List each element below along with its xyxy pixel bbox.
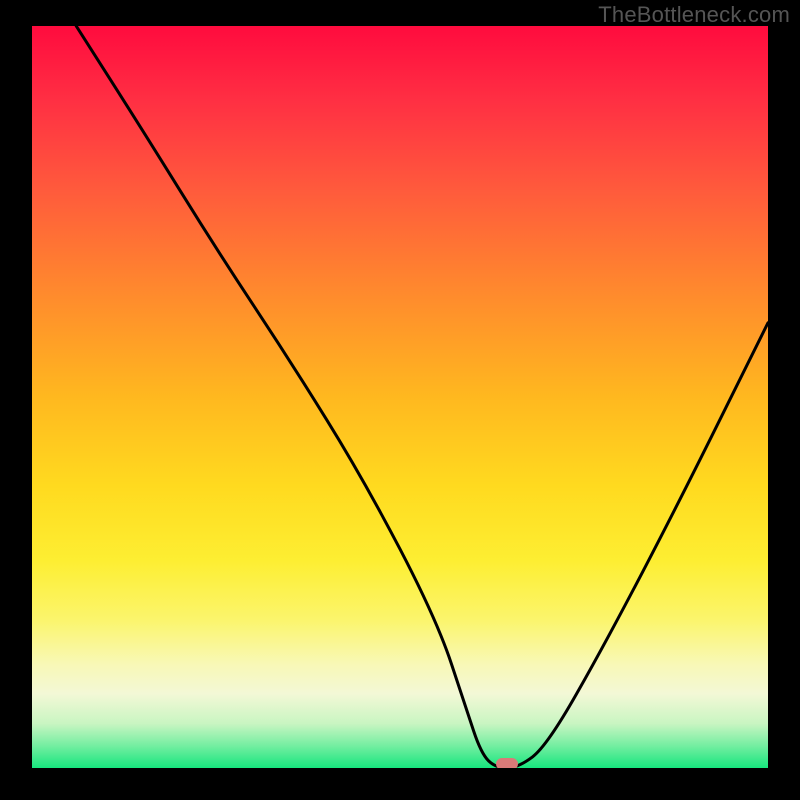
chart-frame: TheBottleneck.com (0, 0, 800, 800)
plot-area (32, 26, 768, 768)
watermark-text: TheBottleneck.com (598, 2, 790, 28)
curve-path (76, 26, 768, 768)
bottleneck-curve (32, 26, 768, 768)
optimum-marker (496, 758, 518, 768)
